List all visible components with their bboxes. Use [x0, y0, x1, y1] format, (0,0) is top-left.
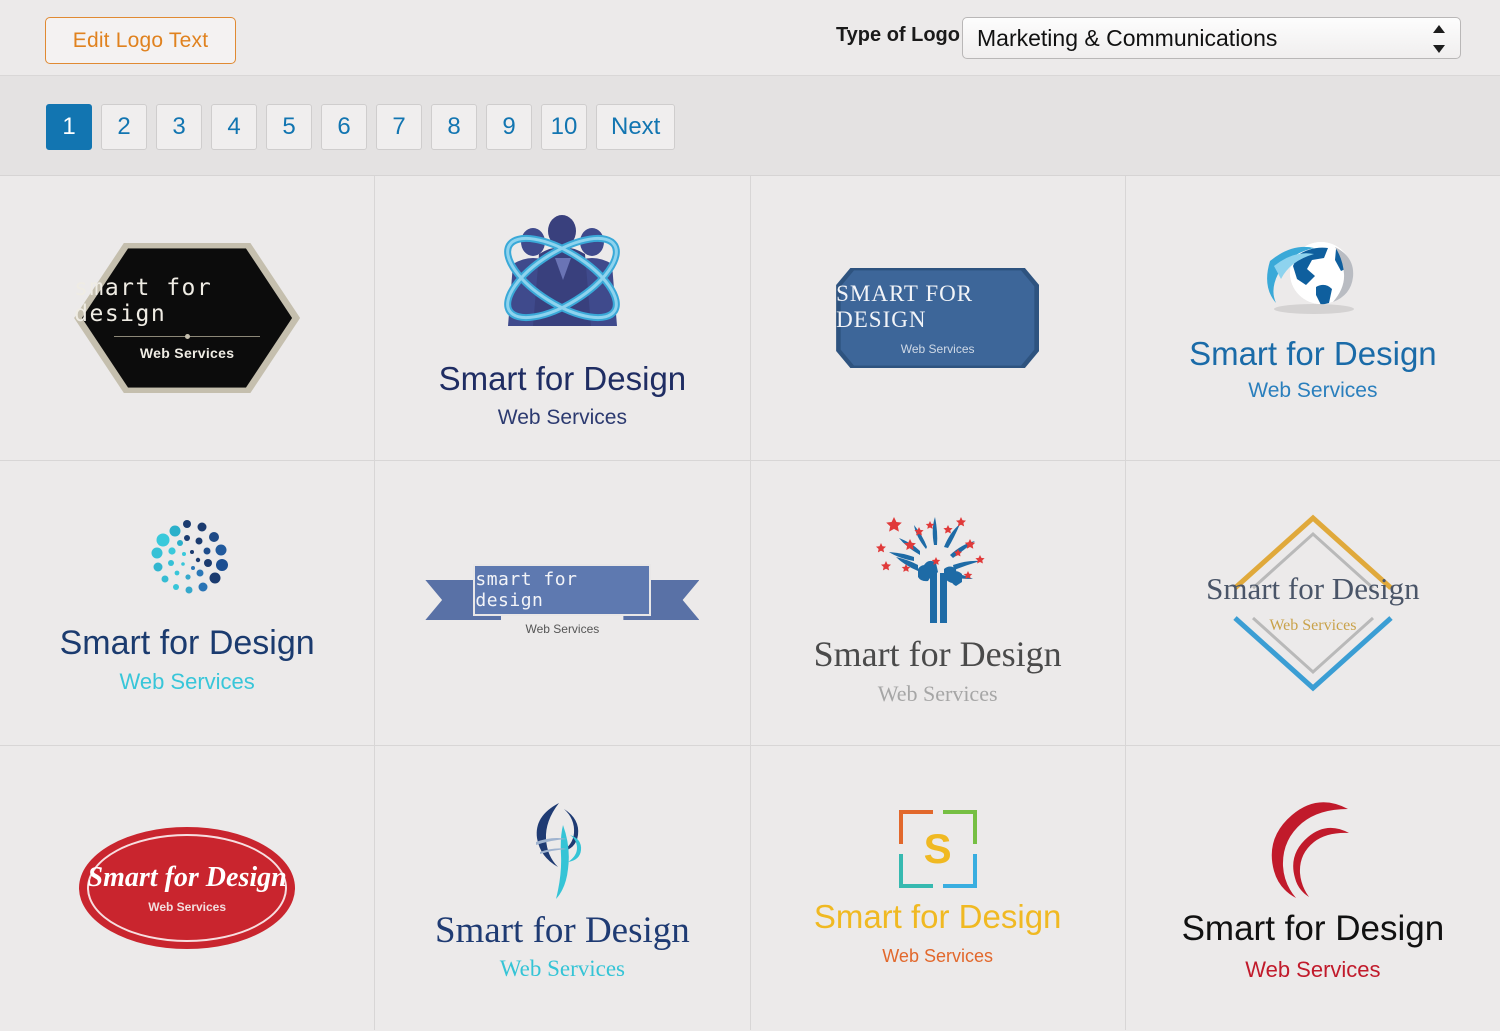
hand-tree-stars-icon [875, 517, 985, 623]
type-of-logo-select[interactable]: Marketing & Communications [962, 17, 1461, 59]
logo-card-4[interactable]: Smart for Design Web Services [1125, 176, 1500, 460]
calligraphy-swoosh-icon [536, 802, 582, 899]
logo-tagline-6: Web Services [525, 622, 600, 636]
logo-blue-plaque: SMART FOR DESIGN Web Services [751, 268, 1125, 368]
type-of-logo-label: Type of Logo [835, 24, 960, 46]
logo-hand-tree: Smart for Design Web Services [751, 499, 1125, 707]
pagination: 1 2 3 4 5 6 7 8 9 10 Next [46, 104, 684, 150]
logo-grid: smart for design Web Services Smart for … [0, 176, 1500, 1030]
logo-tagline-5: Web Services [119, 668, 255, 694]
logo-name-3: SMART FOR DESIGN [836, 280, 974, 332]
logo-calligraphy-mark: Smart for Design Web Services [375, 795, 749, 982]
type-of-logo-value: Marketing & Communications [977, 25, 1278, 51]
page-button-6[interactable]: 6 [321, 104, 367, 150]
logo-tagline-10: Web Services [499, 955, 625, 981]
logo-dot-spiral: Smart for Design Web Services [0, 512, 374, 695]
select-spinner-icon [1433, 25, 1446, 53]
ribbon-icon: smart for design Web Services [425, 564, 700, 642]
logo-red-oval: Smart for Design Web Services [0, 827, 374, 949]
logo-red-crescents: Smart for Design Web Services [1126, 793, 1500, 983]
logo-tagline-2: Web Services [497, 406, 627, 429]
logo-name-11: Smart for Design [813, 897, 1062, 935]
red-crescents-icon [1271, 802, 1349, 898]
logo-card-2[interactable]: Smart for Design Web Services [375, 176, 750, 460]
logo-corner-brackets: S Smart for Design Web Services [751, 809, 1125, 967]
monogram-s: S [923, 824, 952, 872]
logo-globe-swoosh: Smart for Design Web Services [1126, 233, 1500, 403]
logo-tagline-11: Web Services [882, 945, 993, 966]
logo-tagline-1: Web Services [139, 345, 235, 361]
divider [114, 334, 261, 339]
logo-name-10: Smart for Design [434, 909, 690, 951]
logo-name-4: Smart for Design [1189, 335, 1437, 372]
plaque-icon: SMART FOR DESIGN Web Services [836, 268, 1040, 368]
page-button-8[interactable]: 8 [431, 104, 477, 150]
red-oval-icon: Smart for Design Web Services [79, 827, 296, 949]
edit-logo-text-button[interactable]: Edit Logo Text [45, 17, 236, 64]
corner-brackets-icon: S [898, 809, 977, 888]
globe-swoosh-icon [1266, 242, 1354, 314]
page-button-4[interactable]: 4 [211, 104, 257, 150]
team-orbit-icon [504, 215, 620, 326]
logo-chevron-diamond: Smart for Design Web Services [1126, 510, 1500, 696]
logo-card-10[interactable]: Smart for Design Web Services [375, 746, 750, 1030]
page-button-2[interactable]: 2 [101, 104, 147, 150]
logo-name-2: Smart for Design [438, 360, 687, 397]
logo-card-9[interactable]: Smart for Design Web Services [0, 746, 375, 1030]
logo-card-1[interactable]: smart for design Web Services [0, 176, 375, 460]
logo-ribbon-banner: smart for design Web Services [375, 564, 749, 642]
logo-tagline-12: Web Services [1245, 957, 1381, 982]
toolbar: Edit Logo Text Type of Logo Marketing & … [0, 0, 1500, 76]
logo-card-6[interactable]: smart for design Web Services [375, 461, 750, 745]
hexagon-badge-icon: smart for design Web Services [74, 243, 301, 393]
pagination-bar: 1 2 3 4 5 6 7 8 9 10 Next [0, 76, 1500, 176]
page-next-button[interactable]: Next [596, 104, 676, 150]
page-button-7[interactable]: 7 [376, 104, 422, 150]
logo-name-12: Smart for Design [1181, 909, 1445, 948]
logo-name-5: Smart for Design [59, 623, 315, 662]
logo-card-7[interactable]: Smart for Design Web Services [750, 461, 1125, 745]
logo-tagline-9: Web Services [148, 900, 227, 914]
logo-tagline-8: Web Services [1269, 617, 1357, 634]
logo-card-11[interactable]: S Smart for Design Web Services [750, 746, 1125, 1030]
logo-name-8: Smart for Design [1206, 571, 1420, 606]
page-button-9[interactable]: 9 [486, 104, 532, 150]
logo-tagline-4: Web Services [1248, 379, 1378, 402]
logo-card-8[interactable]: Smart for Design Web Services [1125, 461, 1500, 745]
page-button-1[interactable]: 1 [46, 104, 92, 150]
logo-name-6: smart for design [475, 569, 578, 611]
logo-tagline-7: Web Services [877, 681, 998, 706]
logo-name-9: Smart for Design [87, 862, 287, 893]
logo-name-7: Smart for Design [813, 634, 1062, 674]
page-button-10[interactable]: 10 [541, 104, 587, 150]
logo-card-3[interactable]: SMART FOR DESIGN Web Services [750, 176, 1125, 460]
page-button-3[interactable]: 3 [156, 104, 202, 150]
logo-tagline-3: Web Services [900, 341, 975, 356]
logo-card-5[interactable]: Smart for Design Web Services [0, 461, 375, 745]
logo-hexagon-badge: smart for design Web Services [0, 243, 374, 393]
logo-team-orbit: Smart for Design Web Services [375, 206, 749, 430]
page-button-5[interactable]: 5 [266, 104, 312, 150]
logo-card-12[interactable]: Smart for Design Web Services [1125, 746, 1500, 1030]
dot-spiral-icon [151, 519, 229, 593]
logo-name-1: smart for design [74, 275, 213, 327]
